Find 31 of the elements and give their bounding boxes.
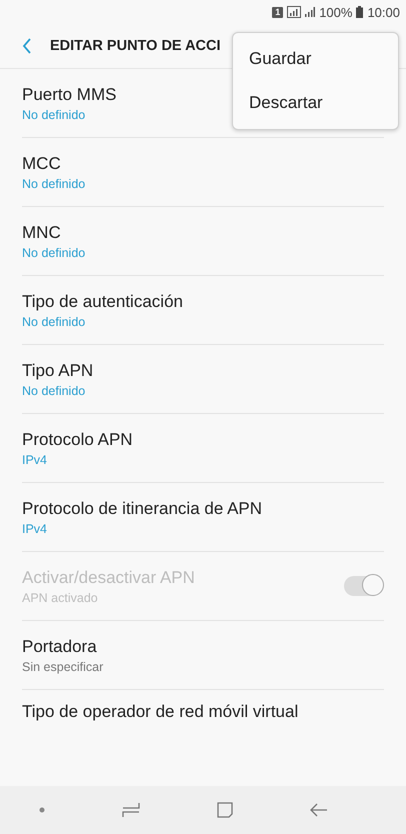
sim-icon: 1 <box>272 6 284 18</box>
battery-percent: 100% <box>319 4 352 20</box>
menu-item[interactable]: Guardar <box>233 37 398 81</box>
clock: 10:00 <box>367 4 400 20</box>
setting-title[interactable]: Tipo APN <box>22 360 384 380</box>
recents-icon[interactable] <box>122 802 140 818</box>
setting-value: APN activado <box>22 590 99 604</box>
setting-value: No definido <box>22 176 86 190</box>
setting-value: No definido <box>22 384 86 398</box>
setting-value: No definido <box>22 108 86 122</box>
setting-title[interactable]: Tipo de autenticación <box>22 292 384 312</box>
setting-value: Sin especificar <box>22 660 104 674</box>
page-title: EDITAR PUNTO DE ACCI <box>50 38 221 54</box>
signal-icon <box>305 7 316 17</box>
menu-item[interactable]: Descartar <box>233 81 398 125</box>
setting-value: No definido <box>22 246 86 260</box>
back-icon[interactable] <box>310 803 328 817</box>
home-icon[interactable] <box>216 802 232 818</box>
back-icon[interactable] <box>22 38 32 54</box>
setting-title[interactable]: Portadora <box>22 636 384 656</box>
setting-title[interactable]: Protocolo APN <box>22 430 384 450</box>
setting-value: No definido <box>22 314 86 328</box>
setting-value: IPv4 <box>22 522 48 536</box>
dot-icon[interactable] <box>38 807 44 813</box>
battery-icon <box>356 6 364 18</box>
setting-title[interactable]: MCC <box>22 154 384 174</box>
setting-title[interactable]: MNC <box>22 222 384 242</box>
setting-value: IPv4 <box>22 452 48 466</box>
setting-title[interactable]: Tipo de operador de red móvil virtual <box>22 702 384 722</box>
signal-icon <box>287 6 302 18</box>
setting-title[interactable]: Protocolo de itinerancia de APN <box>22 498 384 518</box>
